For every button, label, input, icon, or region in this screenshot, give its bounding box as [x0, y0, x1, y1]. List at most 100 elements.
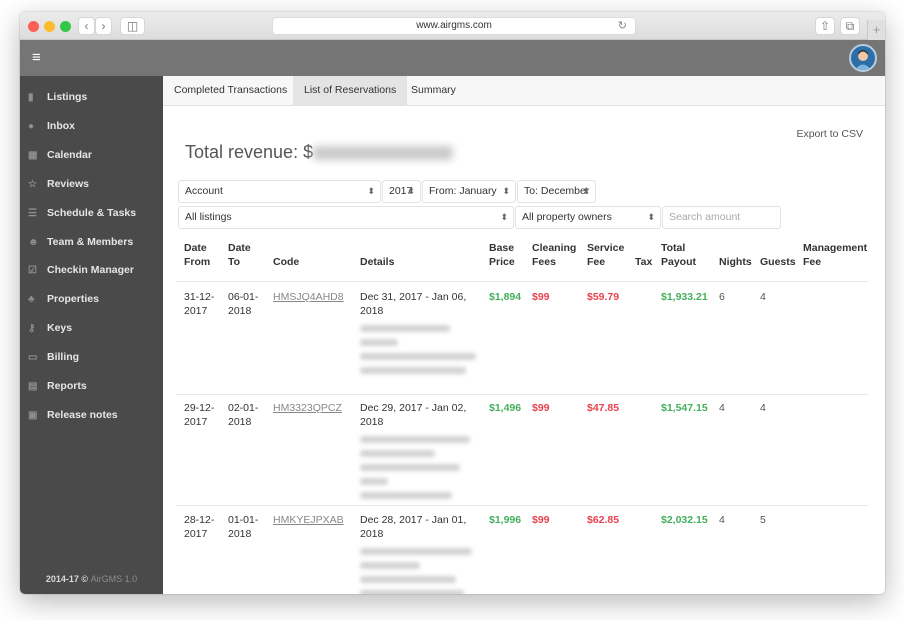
tab-summary[interactable]: Summary [400, 76, 467, 105]
sidebar-item-checkin-manager[interactable]: ☑ Checkin Manager [20, 256, 163, 284]
share-button[interactable]: ⇧ [815, 17, 835, 35]
cell-service-fee: $59.79 [587, 291, 620, 303]
redacted-text [360, 548, 472, 555]
zoom-window-button[interactable] [60, 21, 71, 32]
tab-completed-transactions[interactable]: Completed Transactions [163, 76, 298, 105]
close-window-button[interactable] [28, 21, 39, 32]
sidebar-item-label: Billing [47, 351, 80, 363]
tab-list-of-reservations[interactable]: List of Reservations [293, 76, 408, 105]
column-header-date-from[interactable]: Date From [184, 241, 210, 269]
redacted-text [360, 367, 466, 374]
cell-guests: 4 [760, 402, 766, 414]
user-avatar[interactable] [849, 44, 877, 72]
properties-icon: ♣ [28, 293, 35, 305]
redacted-text [360, 353, 476, 360]
cell-nights: 6 [719, 291, 725, 303]
avatar-person-icon [855, 50, 871, 70]
cell-service-fee: $47.85 [587, 402, 620, 414]
cell-date-from: 31-12- 2017 [184, 291, 215, 317]
copyright-text: 2014-17 © [45, 574, 89, 584]
reservation-code-link[interactable]: HM3323QPCZ [273, 401, 342, 415]
column-header-code[interactable]: Code [273, 241, 299, 269]
cell-guests: 4 [760, 291, 766, 303]
cell-total-payout: $1,547.15 [661, 402, 708, 414]
sidebar: ▮ Listings ● Inbox ▦ Calendar ☆ Reviews ☰ Sch… [20, 76, 163, 594]
listings-select[interactable]: All listings ⬍ [178, 206, 514, 229]
account-select[interactable]: Account ⬍ [178, 180, 381, 203]
sidebar-item-label: Reviews [47, 178, 90, 190]
reload-icon[interactable]: ↻ [618, 18, 627, 34]
table-divider [176, 281, 868, 282]
sidebar-toggle-button[interactable]: ◫ [120, 17, 145, 35]
property-owners-select[interactable]: All property owners ⬍ [515, 206, 661, 229]
column-header-base-price[interactable]: Base Price [489, 241, 515, 269]
menu-icon[interactable]: ≡ [32, 49, 41, 66]
browser-window: ‹ › ◫ www.airgms.com ↻ ⇧ ⧉ + ≡ ▮ Listings… [20, 12, 885, 594]
column-header-management-fee[interactable]: Management Fee [803, 241, 867, 269]
sidebar-item-calendar[interactable]: ▦ Calendar [20, 141, 163, 169]
column-header-details[interactable]: Details [360, 241, 394, 269]
tasks-icon: ☰ [28, 207, 37, 219]
calendar-icon: ▦ [28, 149, 38, 161]
sidebar-item-label: Schedule & Tasks [47, 207, 137, 219]
sidebar-item-properties[interactable]: ♣ Properties [20, 285, 163, 313]
column-header-nights[interactable]: Nights [719, 241, 752, 269]
cell-details: Dec 29, 2017 - Jan 02, 2018 [360, 401, 480, 499]
to-month-value: To: December [524, 185, 590, 197]
export-csv-link[interactable]: Export to CSV [796, 128, 863, 140]
cell-details: Dec 31, 2017 - Jan 06, 2018 [360, 290, 480, 374]
column-header-date-to[interactable]: Date To [228, 241, 251, 269]
sidebar-item-reports[interactable]: ▤ Reports [20, 372, 163, 400]
sidebar-item-inbox[interactable]: ● Inbox [20, 112, 163, 140]
redacted-text [360, 436, 470, 443]
sidebar-item-reviews[interactable]: ☆ Reviews [20, 170, 163, 198]
sidebar-item-release-notes[interactable]: ▣ Release notes [20, 401, 163, 429]
redacted-text [360, 450, 435, 457]
sidebar-item-label: Checkin Manager [47, 264, 134, 276]
search-amount-input[interactable]: Search amount [662, 206, 781, 229]
minimize-window-button[interactable] [44, 21, 55, 32]
tabs-icon: ⧉ [845, 19, 855, 33]
chevron-right-icon: › [101, 19, 106, 33]
back-button[interactable]: ‹ [78, 17, 95, 35]
forward-button[interactable]: › [95, 17, 112, 35]
column-header-cleaning-fees[interactable]: Cleaning Fees [532, 241, 576, 269]
total-revenue: Total revenue: $ [185, 142, 454, 163]
reservation-code-link[interactable]: HMSJQ4AHD8 [273, 290, 344, 304]
redacted-text [360, 325, 450, 332]
sidebar-item-billing[interactable]: ▭ Billing [20, 343, 163, 371]
column-header-guests[interactable]: Guests [760, 241, 796, 269]
sidebar-item-listings[interactable]: ▮ Listings [20, 83, 163, 111]
column-header-tax[interactable]: Tax [635, 241, 652, 269]
sidebar-item-schedule-tasks[interactable]: ☰ Schedule & Tasks [20, 199, 163, 227]
reservation-code-link[interactable]: HMKYEJPXAB [273, 513, 344, 527]
url-text: www.airgms.com [416, 20, 492, 31]
from-month-select[interactable]: From: January ⬍ [422, 180, 516, 203]
billing-icon: ▭ [28, 351, 38, 363]
from-month-value: From: January [429, 185, 497, 197]
listings-select-value: All listings [185, 211, 232, 223]
column-header-service-fee[interactable]: Service Fee [587, 241, 624, 269]
key-icon: ⚷ [28, 322, 36, 334]
cell-date-to: 06-01- 2018 [228, 291, 259, 317]
tabs-overview-button[interactable]: ⧉ [840, 17, 860, 35]
to-month-select[interactable]: To: December ⬍ [517, 180, 596, 203]
new-tab-button[interactable]: + [867, 20, 885, 40]
sidebar-item-label: Reports [47, 380, 87, 392]
redacted-text [360, 478, 388, 485]
cell-guests: 5 [760, 514, 766, 526]
select-arrows-icon: ⬍ [407, 186, 415, 196]
share-icon: ⇧ [819, 19, 831, 33]
cell-service-fee: $62.85 [587, 514, 620, 526]
address-bar[interactable]: www.airgms.com ↻ [272, 17, 636, 35]
cell-cleaning-fees: $99 [532, 291, 550, 303]
sidebar-item-team-members[interactable]: ☻ Team & Members [20, 228, 163, 256]
sidebar-icon: ◫ [126, 19, 139, 33]
year-select[interactable]: 2017 ⬍ [382, 180, 421, 203]
column-header-total-payout[interactable]: Total Payout [661, 241, 696, 269]
sidebar-item-keys[interactable]: ⚷ Keys [20, 314, 163, 342]
chevron-left-icon: ‹ [84, 19, 89, 33]
team-icon: ☻ [28, 236, 39, 248]
cell-date-from: 29-12- 2017 [184, 402, 215, 428]
redacted-text [360, 492, 452, 499]
